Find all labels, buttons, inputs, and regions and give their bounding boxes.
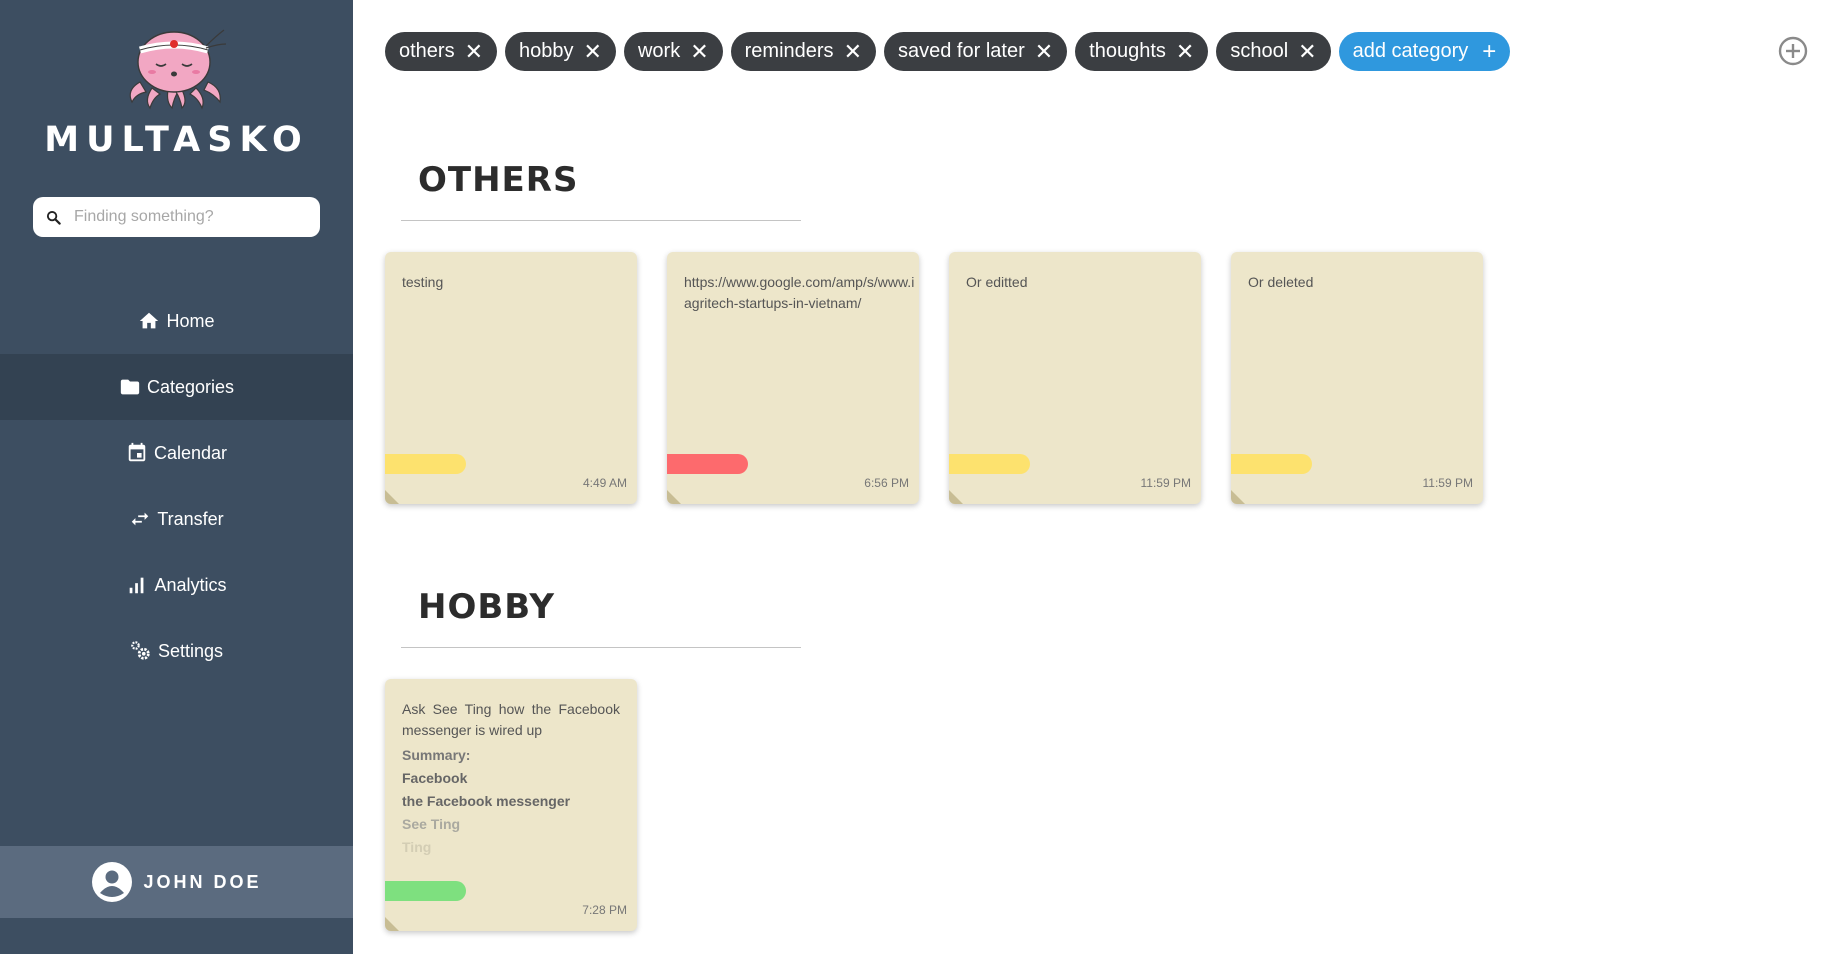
note-text: testing <box>402 274 444 290</box>
note-tag <box>385 881 466 901</box>
note-tag <box>949 454 1030 474</box>
category-chip-saved-for-later[interactable]: saved for later ✕ <box>884 32 1068 71</box>
note-time: 4:49 AM <box>582 476 627 490</box>
category-chip-thoughts[interactable]: thoughts ✕ <box>1075 32 1209 71</box>
nav-item-transfer[interactable]: Transfer <box>0 486 353 552</box>
category-chip-reminders[interactable]: reminders ✕ <box>730 32 876 71</box>
chip-label: thoughts <box>1089 40 1166 62</box>
folder-icon <box>120 379 140 395</box>
note-tag <box>1231 454 1312 474</box>
category-chip-school[interactable]: school ✕ <box>1216 32 1331 71</box>
octopus-logo-icon <box>129 29 227 110</box>
user-profile[interactable]: JOHN DOE <box>0 846 353 918</box>
note-time: 11:59 PM <box>1140 476 1191 490</box>
note-fold <box>385 917 399 931</box>
nav-item-settings[interactable]: Settings <box>0 618 353 684</box>
section-divider <box>401 220 801 221</box>
note-card[interactable]: Ask See Ting how the Facebook messenger … <box>385 679 637 931</box>
section-divider <box>401 647 801 648</box>
close-icon[interactable]: ✕ <box>690 40 708 63</box>
note-fold <box>949 490 963 504</box>
user-circle-icon <box>92 862 133 902</box>
note-card[interactable]: https://www.google.com/amp/s/www.i agrit… <box>667 252 919 504</box>
note-text: https://www.google.com/amp/s/www.i agrit… <box>684 274 915 311</box>
transfer-icon <box>132 512 149 526</box>
note-fold <box>385 490 399 504</box>
note-card[interactable]: Or editted 11:59 PM <box>949 252 1201 504</box>
search-box[interactable] <box>33 197 320 237</box>
note-card[interactable]: testing 4:49 AM <box>385 252 637 504</box>
nav-item-label: Analytics <box>154 574 227 595</box>
close-icon[interactable]: ✕ <box>1035 40 1053 63</box>
summary-line: Facebook <box>402 770 468 786</box>
close-icon[interactable]: ✕ <box>1176 40 1194 63</box>
nav-item-categories[interactable]: Categories <box>0 354 353 420</box>
plus-circle-icon[interactable] <box>1778 36 1808 66</box>
note-card[interactable]: Or deleted 11:59 PM <box>1231 252 1483 504</box>
nav-item-label: Calendar <box>153 442 228 463</box>
chip-label: school <box>1230 40 1289 62</box>
category-chip-others[interactable]: others ✕ <box>385 32 498 71</box>
note-time: 11:59 PM <box>1422 476 1473 490</box>
search-input[interactable] <box>74 208 294 226</box>
add-category-button[interactable]: add category + <box>1338 32 1511 71</box>
nav-item-analytics[interactable]: Analytics <box>0 552 353 618</box>
note-text: Ask See Ting how the Facebook messenger … <box>402 701 620 738</box>
note-summary: Summary: Facebook the Facebook messenger… <box>402 744 627 859</box>
add-category-label: add category <box>1352 40 1469 62</box>
sidebar: MULTASKO Home Categories Calendar Transf… <box>0 0 353 954</box>
note-text: Or deleted <box>1248 274 1314 290</box>
note-time: 6:56 PM <box>864 476 909 490</box>
close-icon[interactable]: ✕ <box>844 40 862 63</box>
summary-line: the Facebook messenger <box>402 793 571 809</box>
category-chip-hobby[interactable]: hobby ✕ <box>505 32 616 71</box>
nav-item-label: Transfer <box>157 508 224 529</box>
chip-label: saved for later <box>898 40 1025 62</box>
nav-item-label: Home <box>166 310 215 331</box>
brand-title: MULTASKO <box>44 120 309 160</box>
close-icon[interactable]: ✕ <box>1298 40 1316 63</box>
note-fold <box>1231 490 1245 504</box>
category-chip-work[interactable]: work ✕ <box>623 32 723 71</box>
home-icon <box>140 312 159 329</box>
close-icon[interactable]: ✕ <box>584 40 602 63</box>
settings-icon <box>131 641 150 660</box>
nav-item-calendar[interactable]: Calendar <box>0 420 353 486</box>
chip-label: others <box>399 40 455 62</box>
note-fold <box>667 490 681 504</box>
note-tag <box>667 454 748 474</box>
note-text: Or editted <box>966 274 1028 290</box>
nav-item-label: Settings <box>157 640 224 661</box>
search-icon <box>46 210 61 225</box>
chip-label: hobby <box>519 40 574 62</box>
note-time: 7:28 PM <box>582 903 627 917</box>
section-title-others: OTHERS <box>418 160 579 200</box>
summary-label: Summary: <box>402 747 471 763</box>
calendar-icon <box>128 442 146 462</box>
nav-item-home[interactable]: Home <box>0 288 353 354</box>
section-title-hobby: HOBBY <box>418 587 555 627</box>
summary-line: See Ting <box>402 816 461 832</box>
note-tag <box>385 454 466 474</box>
chip-label: reminders <box>744 40 834 62</box>
plus-icon: + <box>1482 37 1497 65</box>
summary-line: Ting <box>402 839 432 855</box>
main-nav: Home Categories Calendar Transfer Analyt… <box>0 288 353 684</box>
nav-item-label: Categories <box>146 376 235 397</box>
chip-label: work <box>637 40 681 62</box>
close-icon[interactable]: ✕ <box>465 40 483 63</box>
category-chip-bar: others ✕ hobby ✕ work ✕ reminders ✕ save… <box>385 32 1511 71</box>
user-name: JOHN DOE <box>143 871 262 892</box>
analytics-icon <box>130 577 144 594</box>
